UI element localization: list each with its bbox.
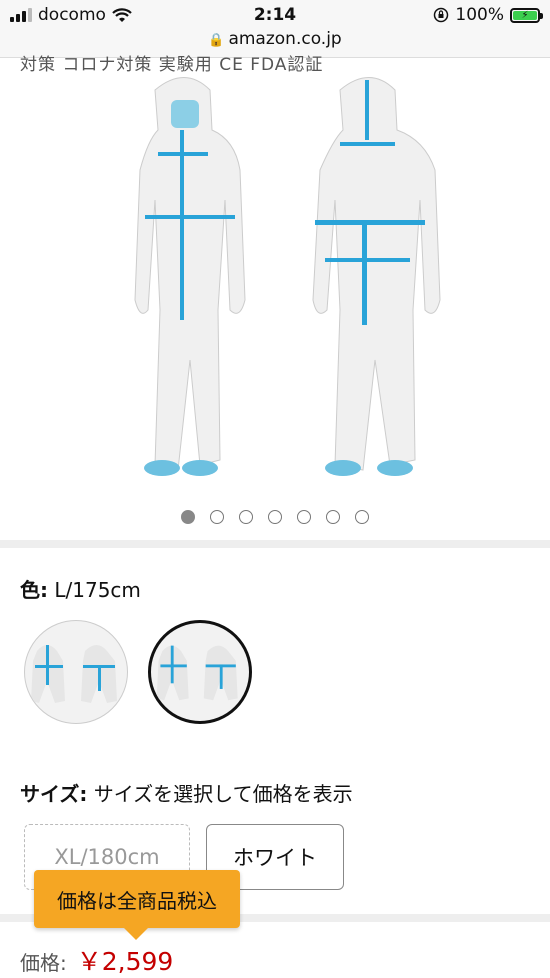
suit-back-figure [312,77,441,476]
image-pager [0,510,550,524]
pager-dot[interactable] [326,510,340,524]
price-value: ￥2,599 [76,947,174,976]
pager-dot[interactable] [355,510,369,524]
battery-icon: ⚡ [510,7,543,23]
swatch-image [156,645,238,701]
size-selection-label: サイズ: サイズを選択して価格を表示 [20,778,353,807]
pager-dot[interactable] [297,510,311,524]
color-label: 色: [20,578,48,602]
orientation-lock-icon [434,7,449,23]
pager-dot[interactable] [181,510,195,524]
lock-icon: 🔒 [208,33,225,48]
color-value: L/175cm [54,578,141,602]
battery-percent: 100% [455,5,504,25]
price-row: 価格: ￥2,599 [20,942,173,978]
section-divider [0,540,550,548]
color-swatch[interactable] [24,620,128,724]
color-swatch-selected[interactable] [148,620,252,724]
status-bar: docomo 2:14 100% ⚡ [0,0,550,30]
size-hint: サイズを選択して価格を表示 [93,782,353,806]
pager-dot[interactable] [239,510,253,524]
pager-dot[interactable] [210,510,224,524]
price-label: 価格: [20,951,67,975]
tax-included-tooltip: 価格は全商品税込 [34,870,240,940]
color-selection-label: 色: L/175cm [20,574,141,603]
url-text: amazon.co.jp [228,29,342,49]
status-right: 100% ⚡ [433,5,543,25]
suit-front-figure [134,77,246,476]
product-image[interactable] [100,70,450,500]
size-label: サイズ: [20,782,88,806]
swatch-image [31,645,117,703]
pager-dot[interactable] [268,510,282,524]
